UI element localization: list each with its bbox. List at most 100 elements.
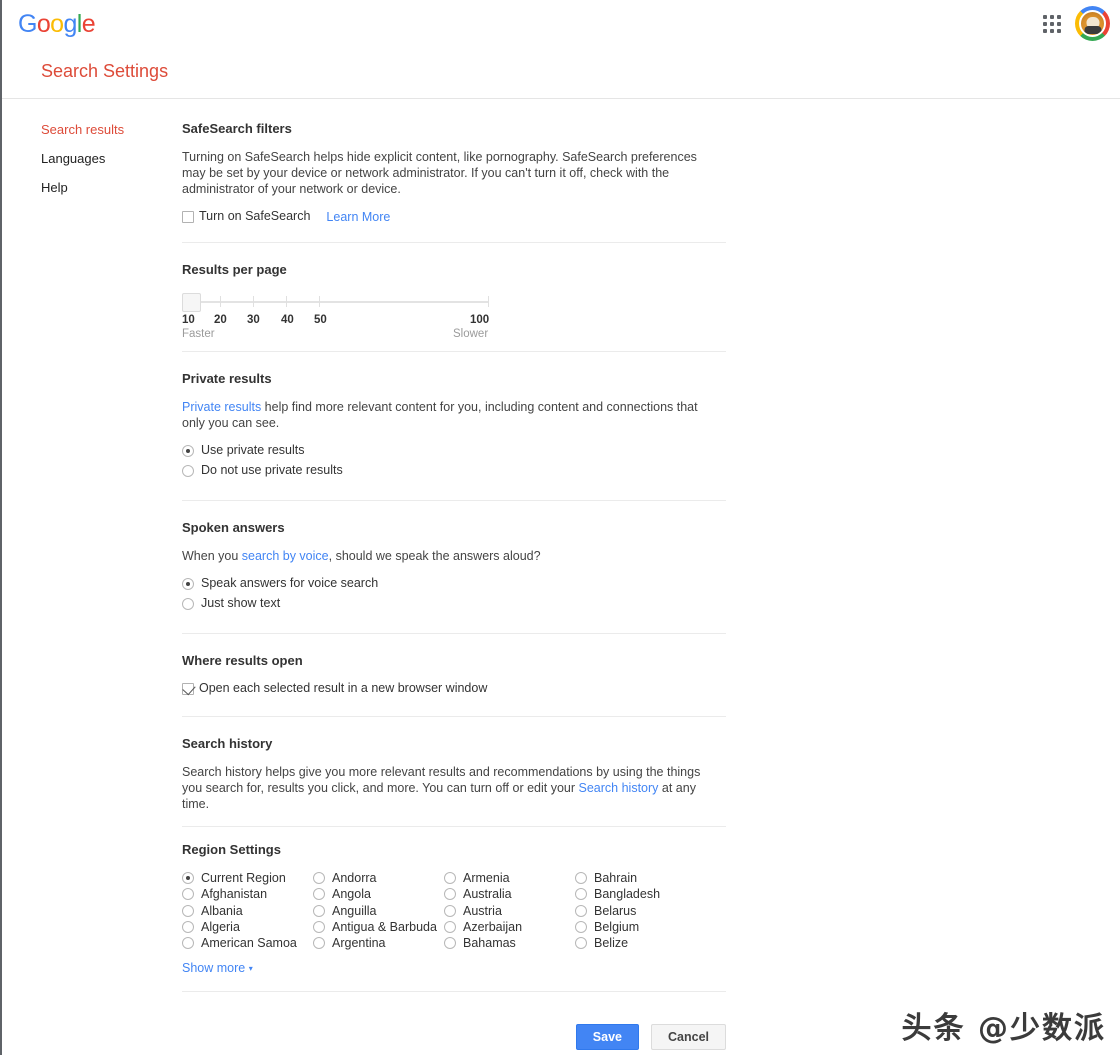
region-label[interactable]: Bahrain (594, 871, 637, 885)
spoken-answers-option-row: Just show text (182, 596, 726, 611)
region-radio-bahamas[interactable] (444, 937, 456, 950)
region-radio-afghanistan[interactable] (182, 888, 194, 901)
label-use-private-results[interactable]: Use private results (201, 443, 305, 458)
label-speak-answers[interactable]: Speak answers for voice search (201, 576, 378, 591)
cancel-button[interactable]: Cancel (651, 1024, 726, 1051)
label-do-not-use-private-results[interactable]: Do not use private results (201, 463, 343, 478)
region-radio-anguilla[interactable] (313, 904, 325, 917)
safesearch-description: Turning on SafeSearch helps hide explici… (182, 150, 697, 196)
region-radio-current-region[interactable] (182, 872, 194, 885)
label-just-show-text[interactable]: Just show text (201, 596, 280, 611)
new-browser-window-label[interactable]: Open each selected result in a new brows… (199, 681, 487, 696)
apps-dot (1050, 21, 1054, 26)
results-per-page-slider[interactable]: 10 20 30 40 50 100 Faster Slower (182, 290, 492, 342)
region-radio-azerbaijan[interactable] (444, 921, 456, 934)
save-button[interactable]: Save (575, 1024, 639, 1051)
avatar[interactable] (1075, 6, 1110, 41)
slider-tick-30 (253, 296, 254, 307)
radio-speak-answers[interactable] (182, 577, 194, 590)
sidebar-item-help[interactable]: Help (41, 180, 171, 196)
region-label[interactable]: Current Region (201, 871, 286, 885)
new-browser-window-checkbox[interactable] (182, 682, 194, 695)
region-label[interactable]: Azerbaijan (463, 920, 522, 934)
region-radio-argentina[interactable] (313, 937, 325, 950)
region-radio-austria[interactable] (444, 904, 456, 917)
region-label[interactable]: Algeria (201, 920, 240, 934)
region-label[interactable]: Andorra (332, 871, 376, 885)
region-label[interactable]: Albania (201, 904, 243, 918)
sidebar-item-search-results[interactable]: Search results (41, 122, 171, 138)
slider-speed-labels: Faster Slower (182, 327, 492, 342)
search-by-voice-link[interactable]: search by voice (242, 549, 329, 563)
region-label[interactable]: Angola (332, 887, 371, 901)
results-per-page-heading: Results per page (182, 262, 287, 277)
slider-label-100: 100 (470, 314, 490, 326)
region-label[interactable]: Belgium (594, 920, 639, 934)
region-label[interactable]: Afghanistan (201, 887, 267, 901)
section-private-results: Private results Private results help fin… (182, 371, 726, 501)
region-radio-australia[interactable] (444, 888, 456, 901)
region-label[interactable]: Armenia (463, 871, 510, 885)
region-radio-belarus[interactable] (575, 904, 587, 917)
section-where-results-open: Where results open Open each selected re… (182, 653, 726, 717)
radio-use-private-results[interactable] (182, 444, 194, 457)
footer-actions: Save Cancel Saved settings are available… (182, 1010, 726, 1055)
region-label[interactable]: Anguilla (332, 904, 376, 918)
region-radio-andorra[interactable] (313, 872, 325, 885)
safesearch-checkbox-label[interactable]: Turn on SafeSearch (199, 209, 310, 224)
slider-handle[interactable] (182, 293, 201, 312)
region-label[interactable]: Austria (463, 904, 502, 918)
slider-track[interactable] (192, 301, 489, 303)
region-label[interactable]: Belize (594, 936, 628, 950)
header-right-controls (1039, 6, 1110, 41)
region-radio-american-samoa[interactable] (182, 937, 194, 950)
region-label[interactable]: American Samoa (201, 936, 297, 950)
region-label[interactable]: Australia (463, 887, 512, 901)
region-radio-algeria[interactable] (182, 921, 194, 934)
page-title: Search Settings (41, 61, 169, 81)
spoken-answers-description-pre: When you (182, 549, 242, 563)
region-label[interactable]: Bangladesh (594, 887, 660, 901)
slider-slower-label: Slower (453, 328, 489, 340)
section-region-settings: Region Settings Current Region Andorra Arm… (182, 842, 726, 993)
region-radio-belize[interactable] (575, 937, 587, 950)
search-history-link[interactable]: Search history (579, 781, 659, 795)
region-option: Austria (444, 903, 575, 919)
slider-tick-50 (319, 296, 320, 307)
region-radio-bangladesh[interactable] (575, 888, 587, 901)
apps-grid-icon[interactable] (1039, 11, 1065, 37)
region-label[interactable]: Belarus (594, 904, 636, 918)
region-radio-belgium[interactable] (575, 921, 587, 934)
region-label[interactable]: Argentina (332, 936, 386, 950)
slider-tick-40 (286, 296, 287, 307)
private-results-option-row: Do not use private results (182, 463, 726, 478)
spoken-answers-heading: Spoken answers (182, 520, 285, 535)
safesearch-learn-more-link[interactable]: Learn More (326, 210, 390, 224)
region-radio-angola[interactable] (313, 888, 325, 901)
slider-tick-labels: 10 20 30 40 50 100 (182, 313, 492, 328)
radio-do-not-use-private-results[interactable] (182, 464, 194, 477)
radio-just-show-text[interactable] (182, 597, 194, 610)
safesearch-checkbox[interactable] (182, 210, 194, 223)
private-results-link[interactable]: Private results (182, 400, 261, 414)
region-settings-heading: Region Settings (182, 842, 281, 857)
google-logo[interactable]: Google (18, 10, 96, 38)
show-more-regions-link[interactable]: Show more ▾ (182, 961, 253, 975)
region-radio-armenia[interactable] (444, 872, 456, 885)
region-label[interactable]: Bahamas (463, 936, 516, 950)
sidebar-item-languages[interactable]: Languages (41, 151, 171, 167)
divider (182, 826, 726, 827)
apps-dot (1043, 14, 1047, 19)
region-radio-bahrain[interactable] (575, 872, 587, 885)
region-radio-albania[interactable] (182, 904, 194, 917)
region-radio-antigua-barbuda[interactable] (313, 921, 325, 934)
avatar-image (1079, 10, 1106, 37)
region-option: Bahrain (575, 870, 706, 886)
section-safesearch-filters: SafeSearch filters Turning on SafeSearch… (182, 121, 726, 243)
apps-dot (1050, 28, 1054, 33)
region-label[interactable]: Antigua & Barbuda (332, 920, 437, 934)
logo-letter-G: G (18, 10, 37, 38)
private-results-heading: Private results (182, 371, 272, 386)
logo-letter-e: e (81, 10, 96, 38)
action-buttons: Save Cancel (575, 1024, 726, 1051)
